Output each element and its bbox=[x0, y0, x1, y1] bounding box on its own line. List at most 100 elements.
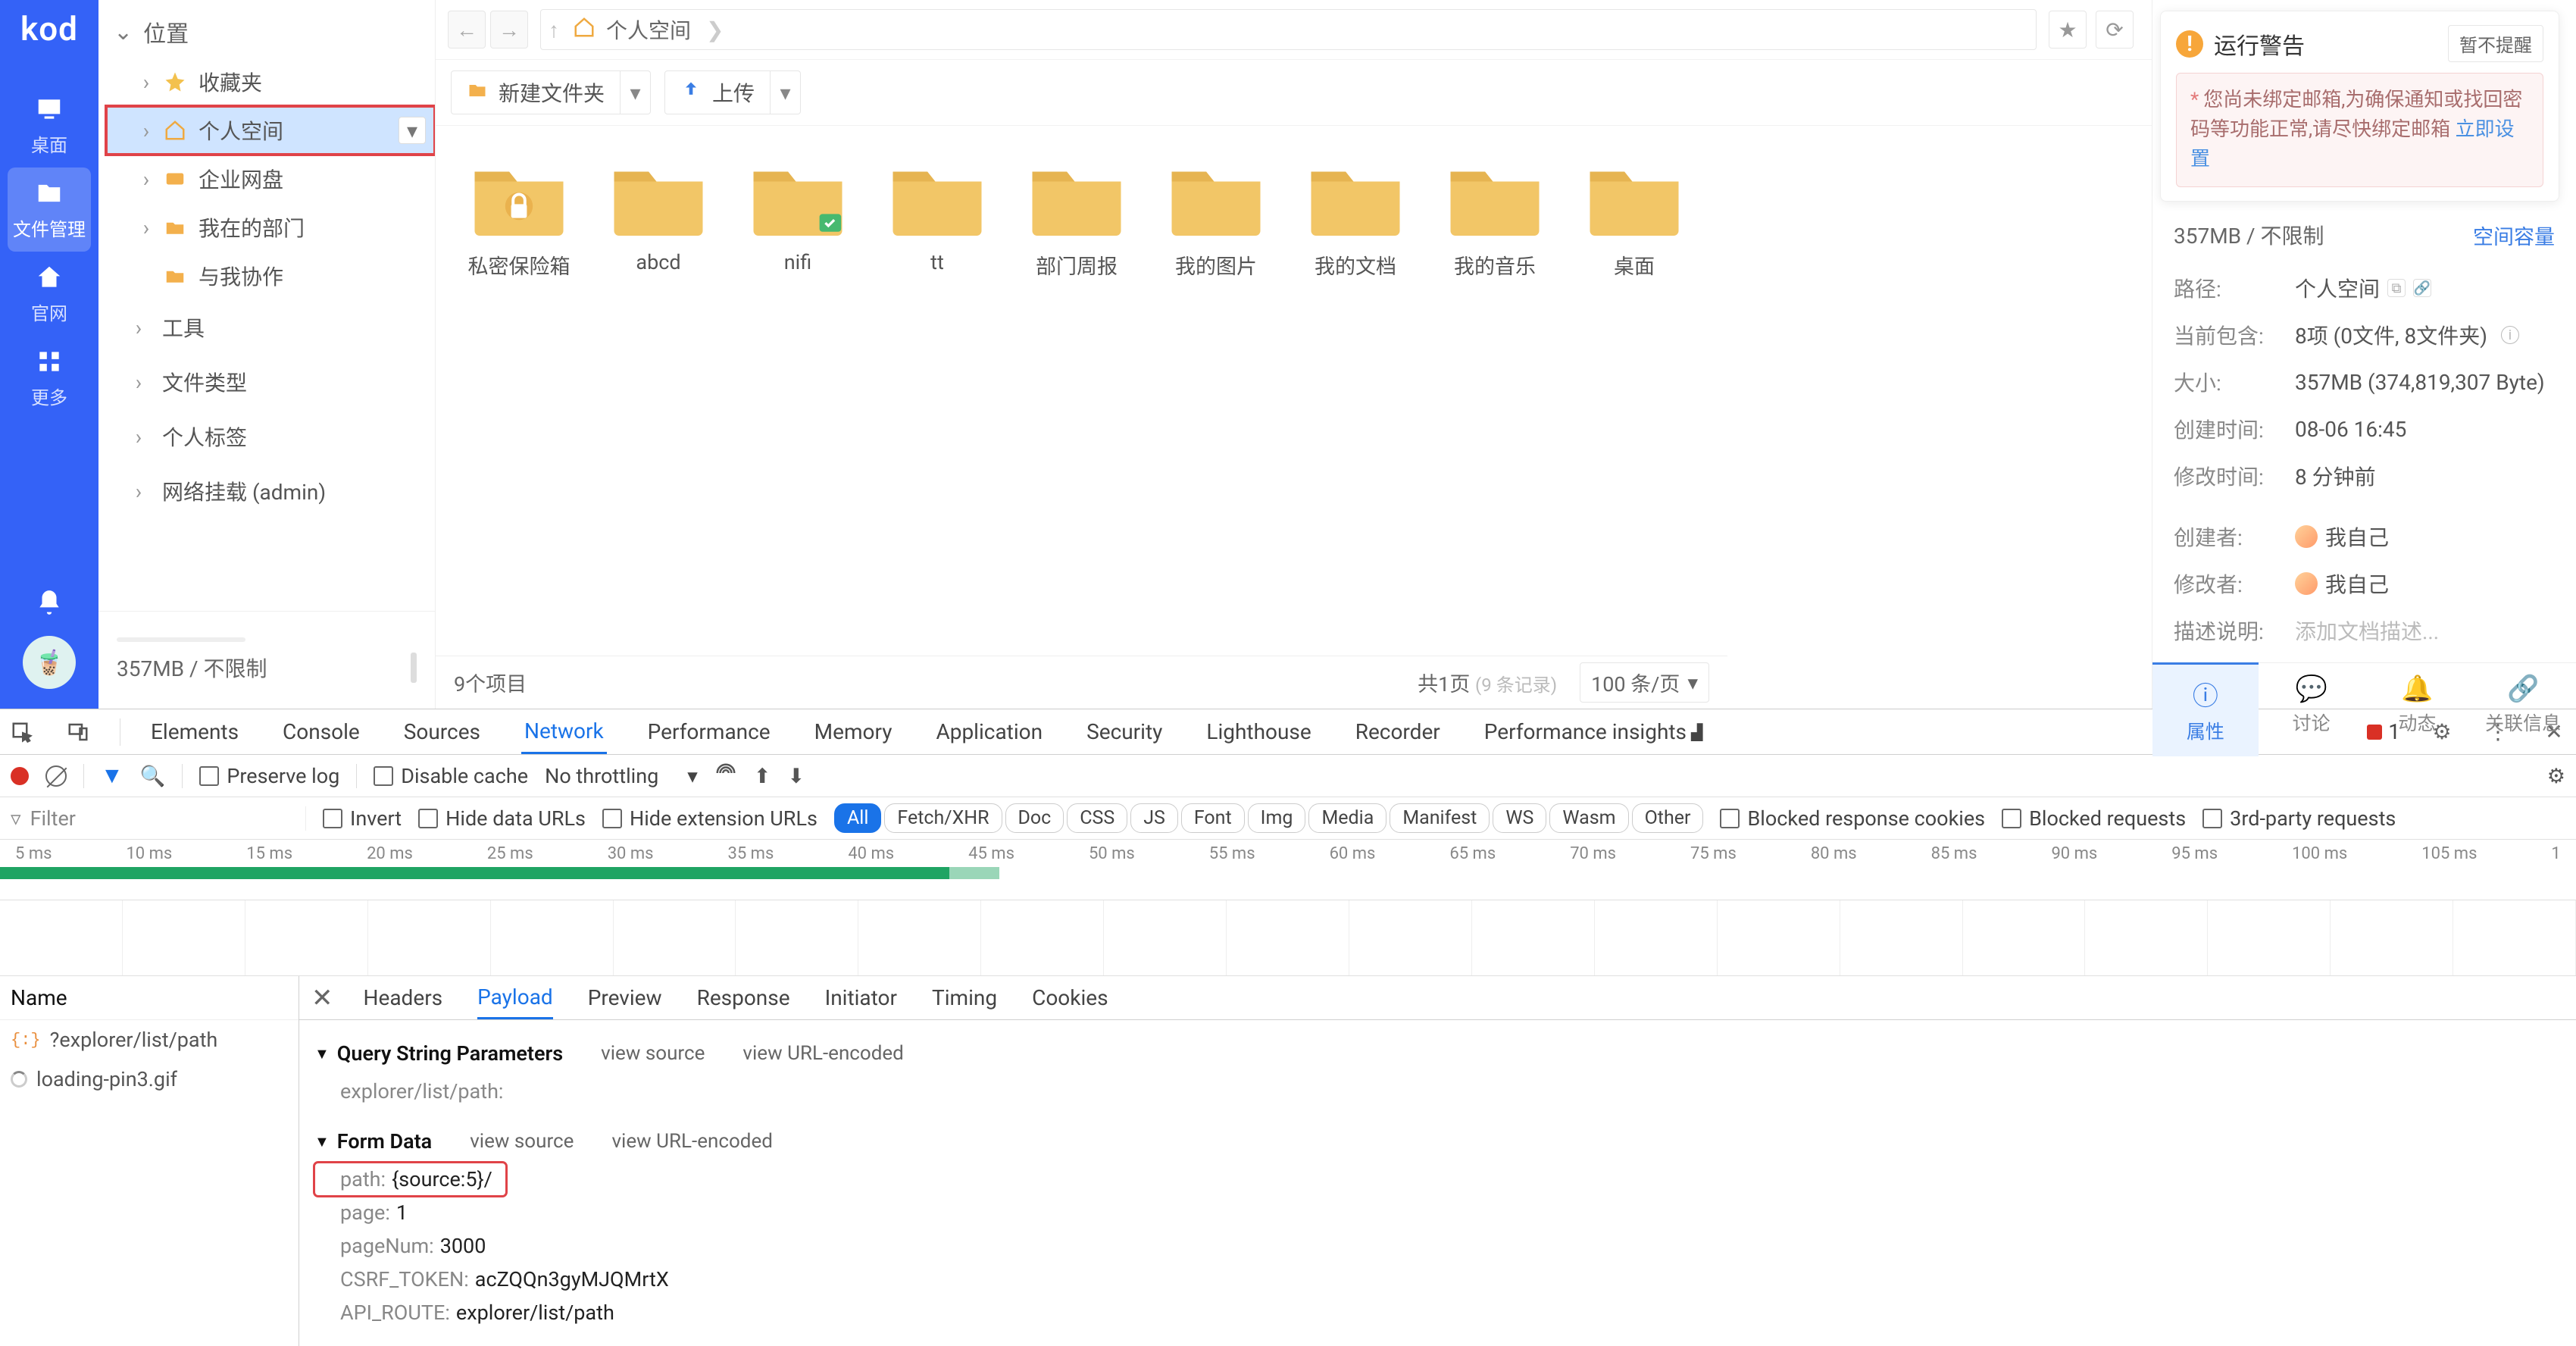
filter-chip[interactable]: Img bbox=[1248, 803, 1306, 833]
nav-forward-button[interactable]: → bbox=[490, 11, 528, 49]
devtools-tab[interactable]: Performance insights ▟ bbox=[1481, 709, 1706, 754]
preserve-log-checkbox[interactable]: Preserve log bbox=[199, 764, 339, 788]
blocked-requests-checkbox[interactable]: Blocked requests bbox=[2002, 806, 2186, 831]
refresh-button[interactable]: ⟳ bbox=[2096, 11, 2134, 49]
detail-tab[interactable]: Headers bbox=[364, 976, 443, 1019]
export-har-icon[interactable]: ⬇ bbox=[787, 764, 805, 788]
info-icon[interactable]: i bbox=[2501, 326, 2519, 344]
filter-chip[interactable]: Fetch/XHR bbox=[884, 803, 1002, 833]
device-toggle-icon[interactable] bbox=[64, 718, 92, 747]
detail-tab[interactable]: Cookies bbox=[1032, 976, 1108, 1019]
upload-button[interactable]: 上传 bbox=[664, 70, 771, 114]
third-party-checkbox[interactable]: 3rd-party requests bbox=[2202, 806, 2396, 831]
devtools-tab[interactable]: Network bbox=[521, 709, 607, 754]
file-item[interactable]: 我的文档 bbox=[1287, 149, 1424, 286]
file-item[interactable]: 我的图片 bbox=[1148, 149, 1284, 286]
detail-tab[interactable]: Response bbox=[697, 976, 790, 1019]
tree-shared-with-me[interactable]: 与我协作 bbox=[106, 252, 435, 300]
nav-desktop[interactable]: 桌面 bbox=[0, 83, 98, 167]
detail-tab[interactable]: Payload bbox=[477, 976, 553, 1019]
info-tab[interactable]: 💬讨论 bbox=[2259, 663, 2365, 756]
tree-my-dept[interactable]: ›我在的部门 bbox=[106, 203, 435, 252]
tree-personal-space[interactable]: ›个人空间▾ bbox=[106, 106, 435, 155]
capacity-link[interactable]: 空间容量 bbox=[2473, 221, 2555, 250]
link-icon[interactable]: 🔗 bbox=[2413, 279, 2431, 297]
devtools-tab[interactable]: Sources bbox=[401, 709, 483, 754]
timeline[interactable]: 5 ms10 ms15 ms20 ms25 ms30 ms35 ms40 ms4… bbox=[0, 840, 2576, 900]
detail-tab[interactable]: Initiator bbox=[825, 976, 897, 1019]
copy-icon[interactable]: ⧉ bbox=[2387, 279, 2406, 297]
resize-handle[interactable] bbox=[411, 653, 417, 683]
throttling-select[interactable]: No throttling ▾ bbox=[545, 764, 698, 788]
file-item[interactable]: nifi bbox=[730, 149, 866, 286]
hide-data-urls-checkbox[interactable]: Hide data URLs bbox=[418, 806, 586, 831]
network-conditions-icon[interactable] bbox=[714, 762, 737, 790]
devtools-tab[interactable]: Security bbox=[1083, 709, 1165, 754]
filter-chip[interactable]: Media bbox=[1308, 803, 1386, 833]
close-detail-icon[interactable]: ✕ bbox=[311, 983, 333, 1013]
request-row[interactable]: loading-pin3.gif bbox=[0, 1060, 299, 1099]
tree-tags[interactable]: ›个人标签 bbox=[98, 409, 435, 464]
info-value[interactable]: 添加文档描述... bbox=[2295, 615, 2439, 646]
dropdown-caret-icon[interactable]: ▾ bbox=[399, 117, 426, 144]
view-source-link[interactable]: view source bbox=[470, 1130, 574, 1153]
devtools-tab[interactable]: Performance bbox=[645, 709, 774, 754]
file-item[interactable]: 私密保险箱 bbox=[451, 149, 587, 286]
notifications-icon[interactable] bbox=[35, 588, 64, 622]
blocked-cookies-checkbox[interactable]: Blocked response cookies bbox=[1720, 806, 1985, 831]
file-item[interactable]: 桌面 bbox=[1566, 149, 1702, 286]
nav-website[interactable]: 官网 bbox=[0, 252, 98, 336]
filter-chip[interactable]: Doc bbox=[1005, 803, 1064, 833]
upload-dropdown[interactable]: ▾ bbox=[771, 70, 801, 114]
detail-tab[interactable]: Preview bbox=[588, 976, 662, 1019]
new-folder-dropdown[interactable]: ▾ bbox=[621, 70, 651, 114]
filter-input[interactable]: ▿Filter bbox=[11, 806, 306, 831]
filter-chip[interactable]: All bbox=[834, 803, 881, 833]
nav-file-manager[interactable]: 文件管理 bbox=[8, 167, 91, 252]
query-params-section[interactable]: ▼Query String Parametersview sourceview … bbox=[314, 1041, 2561, 1066]
hide-ext-urls-checkbox[interactable]: Hide extension URLs bbox=[602, 806, 818, 831]
devtools-tab[interactable]: Lighthouse bbox=[1203, 709, 1314, 754]
devtools-tab[interactable]: Recorder bbox=[1352, 709, 1443, 754]
new-folder-button[interactable]: 新建文件夹 bbox=[451, 70, 621, 114]
detail-tab[interactable]: Timing bbox=[932, 976, 997, 1019]
dismiss-button[interactable]: 暂不提醒 bbox=[2448, 25, 2543, 62]
view-source-link[interactable]: view source bbox=[601, 1042, 705, 1065]
filter-chip[interactable]: Font bbox=[1181, 803, 1245, 833]
devtools-tab[interactable]: Memory bbox=[811, 709, 896, 754]
tree-enterprise[interactable]: ›企业网盘 bbox=[106, 155, 435, 203]
user-avatar[interactable]: 🧋 bbox=[23, 636, 76, 689]
invert-checkbox[interactable]: Invert bbox=[323, 806, 402, 831]
file-item[interactable]: tt bbox=[869, 149, 1005, 286]
file-item[interactable]: abcd bbox=[590, 149, 727, 286]
tree-favorites[interactable]: ›收藏夹 bbox=[106, 58, 435, 106]
tree-header-location[interactable]: ⌄位置 bbox=[98, 6, 435, 58]
inspect-icon[interactable] bbox=[8, 718, 36, 747]
info-tab[interactable]: ⓘ属性 bbox=[2152, 662, 2259, 756]
nav-more[interactable]: 更多 bbox=[0, 336, 98, 420]
devtools-tab[interactable]: Console bbox=[280, 709, 363, 754]
clear-button[interactable] bbox=[45, 765, 67, 787]
filter-chip[interactable]: WS bbox=[1493, 803, 1546, 833]
devtools-tab[interactable]: Elements bbox=[148, 709, 242, 754]
search-icon[interactable]: 🔍 bbox=[140, 764, 166, 788]
filter-chip[interactable]: JS bbox=[1130, 803, 1178, 833]
view-encoded-link[interactable]: view URL-encoded bbox=[611, 1130, 772, 1153]
up-icon[interactable]: ↑ bbox=[549, 17, 559, 42]
request-row[interactable]: {:}?explorer/list/path bbox=[0, 1020, 299, 1060]
breadcrumb[interactable]: ↑ 个人空间 ❯ bbox=[540, 9, 2037, 50]
filter-toggle-icon[interactable]: ▼ bbox=[101, 762, 123, 789]
tree-network-mount[interactable]: ›网络挂载 (admin) bbox=[98, 464, 435, 518]
file-item[interactable]: 部门周报 bbox=[1008, 149, 1145, 286]
per-page-select[interactable]: 100 条/页▾ bbox=[1580, 662, 1709, 703]
import-har-icon[interactable]: ⬆ bbox=[754, 764, 771, 788]
view-encoded-link[interactable]: view URL-encoded bbox=[742, 1042, 903, 1065]
record-button[interactable] bbox=[11, 767, 29, 785]
tree-file-types[interactable]: ›文件类型 bbox=[98, 355, 435, 409]
favorite-button[interactable]: ★ bbox=[2049, 11, 2087, 49]
nav-back-button[interactable]: ← bbox=[448, 11, 486, 49]
filter-chip[interactable]: Other bbox=[1632, 803, 1704, 833]
info-tab[interactable]: 🔔动态 bbox=[2365, 663, 2471, 756]
disable-cache-checkbox[interactable]: Disable cache bbox=[374, 764, 528, 788]
tree-tools[interactable]: ›工具 bbox=[98, 300, 435, 355]
